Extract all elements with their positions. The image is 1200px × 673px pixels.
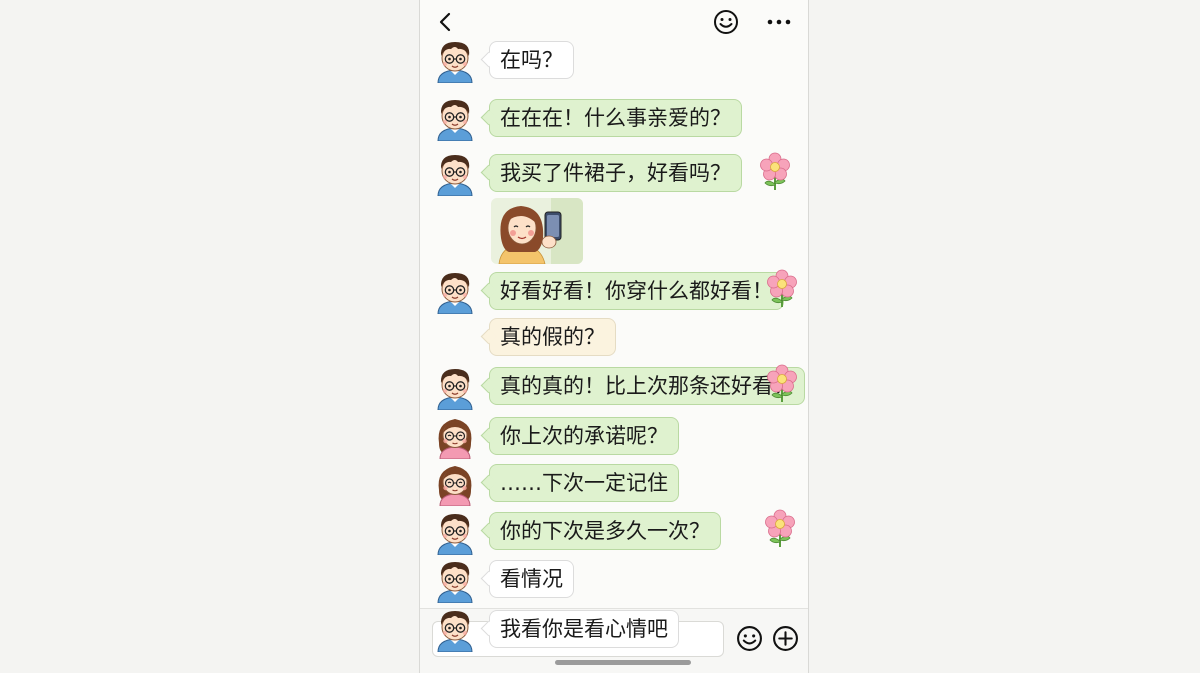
boy-avatar[interactable] [434,364,476,410]
message-bubble[interactable]: ……下次一定记住 [489,464,679,502]
flower-icon [757,152,793,192]
chat-header [420,0,808,40]
boy-avatar[interactable] [434,268,476,314]
boy-avatar[interactable] [434,95,476,141]
chevron-left-icon [439,12,451,32]
message-bubble[interactable]: 在吗？ [489,41,574,79]
boy-avatar[interactable] [434,557,476,603]
emoji-button[interactable] [712,8,740,36]
girl-avatar[interactable] [434,460,476,506]
more-button[interactable] [764,8,794,36]
boy-avatar[interactable] [434,606,476,652]
chat-window: 在吗？ 在在在！什么事亲爱的？ 我买了件裙子，好看吗？ 好看好看！你穿什么都好看… [419,0,809,673]
add-button[interactable] [770,623,800,653]
message-bubble[interactable]: 真的假的？ [489,318,616,356]
home-indicator[interactable] [555,660,691,665]
message-bubble[interactable]: 在在在！什么事亲爱的？ [489,99,742,137]
emoji-input-button[interactable] [734,623,764,653]
message-bubble[interactable]: 好看好看！你穿什么都好看！ [489,272,784,310]
smiley-icon [714,10,738,34]
plus-circle-icon [772,625,798,651]
back-button[interactable] [432,8,458,36]
message-bubble[interactable]: 你上次的承诺呢？ [489,417,679,455]
girl-selfie-photo[interactable] [491,198,583,264]
flower-icon [762,509,798,549]
flower-icon [764,269,800,309]
flower-icon [764,364,800,404]
more-dots-icon [767,19,791,25]
boy-avatar[interactable] [434,509,476,555]
message-bubble[interactable]: 我买了件裙子，好看吗？ [489,154,742,192]
girl-avatar[interactable] [434,413,476,459]
boy-avatar[interactable] [434,37,476,83]
message-bubble[interactable]: 看情况 [489,560,574,598]
message-bubble[interactable]: 真的真的！比上次那条还好看！ [489,367,805,405]
message-bubble[interactable]: 我看你是看心情吧 [489,610,679,648]
smiley-icon [736,625,762,651]
boy-avatar[interactable] [434,150,476,196]
message-bubble[interactable]: 你的下次是多久一次？ [489,512,721,550]
